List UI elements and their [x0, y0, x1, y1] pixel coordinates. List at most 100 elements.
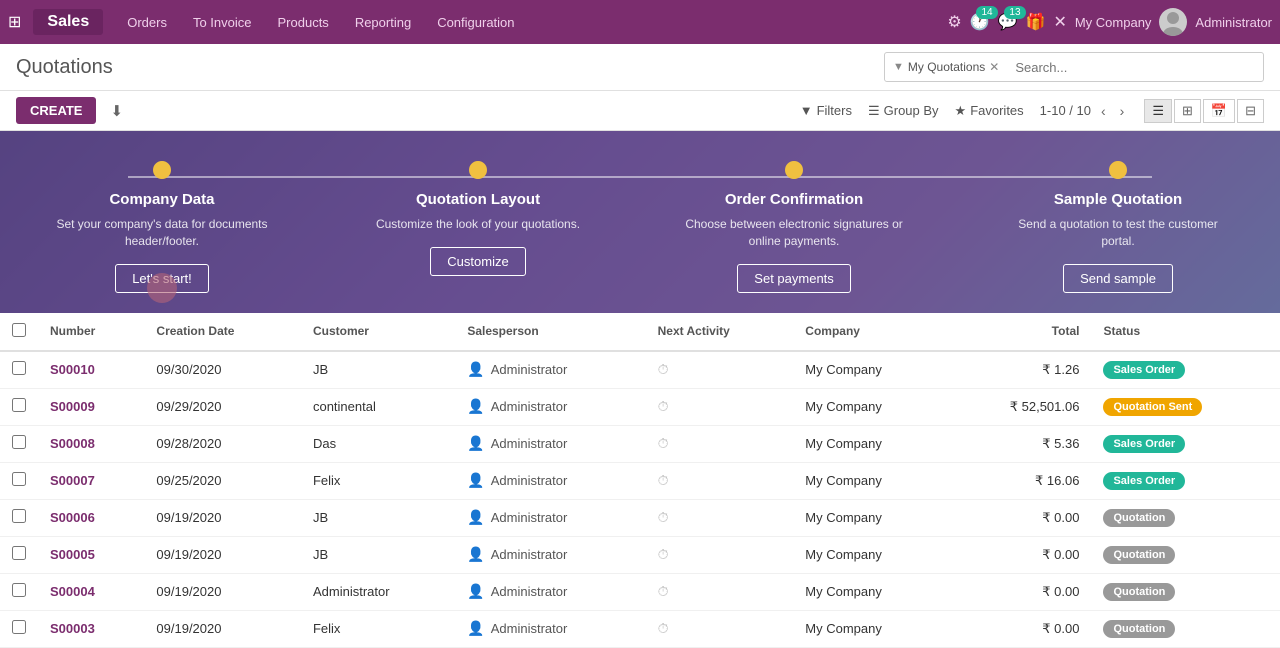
table-row: S00003 09/19/2020 Felix 👤 Administrator …	[0, 610, 1280, 647]
col-customer[interactable]: Customer	[301, 313, 455, 351]
table-row: S00008 09/28/2020 Das 👤 Administrator ⏱ …	[0, 425, 1280, 462]
view-calendar-button[interactable]: 📅	[1203, 99, 1235, 123]
col-salesperson[interactable]: Salesperson	[455, 313, 645, 351]
view-kanban-button[interactable]: ⊞	[1174, 99, 1201, 123]
table-row: S00004 09/19/2020 Administrator 👤 Admini…	[0, 573, 1280, 610]
row-number[interactable]: S00006	[38, 499, 144, 536]
avatar[interactable]	[1159, 8, 1187, 36]
avatar-circle-1	[147, 273, 177, 303]
close-icon[interactable]: ✕	[1053, 12, 1066, 32]
search-filter-bar: ▼ My Quotations ✕	[884, 52, 1264, 82]
row-number[interactable]: S00007	[38, 462, 144, 499]
activity-icon[interactable]: ⏱	[658, 435, 669, 451]
row-total: ₹ 5.36	[948, 425, 1092, 462]
view-pivot-button[interactable]: ⊟	[1237, 99, 1264, 123]
filters-button[interactable]: ▼ Filters	[800, 103, 852, 118]
row-number[interactable]: S00009	[38, 388, 144, 425]
row-status: Quotation	[1091, 610, 1280, 647]
grid-icon[interactable]: ⊞	[8, 12, 21, 32]
row-checkbox-0[interactable]	[12, 361, 26, 375]
search-input[interactable]	[1007, 60, 1263, 75]
row-checkbox-7[interactable]	[12, 620, 26, 634]
row-next-activity: ⏱	[646, 388, 794, 425]
activities-icon[interactable]: 🕐 14	[970, 12, 990, 32]
row-number[interactable]: S00005	[38, 536, 144, 573]
view-list-button[interactable]: ☰	[1144, 99, 1172, 123]
download-button[interactable]: ⬇	[104, 98, 129, 124]
row-company: My Company	[793, 573, 947, 610]
status-badge: Sales Order	[1103, 472, 1185, 490]
row-number[interactable]: S00004	[38, 573, 144, 610]
row-checkbox-cell	[0, 462, 38, 499]
row-next-activity: ⏱	[646, 610, 794, 647]
favorites-label: Favorites	[970, 103, 1023, 118]
pagination-next[interactable]: ›	[1116, 101, 1129, 121]
row-checkbox-cell	[0, 425, 38, 462]
row-checkbox-5[interactable]	[12, 546, 26, 560]
app-logo[interactable]: Sales	[33, 9, 103, 35]
step-dot-2	[469, 161, 487, 179]
onboarding-steps: Company Data Set your company's data for…	[0, 161, 1280, 293]
pagination: 1-10 / 10 ‹ ›	[1040, 101, 1129, 121]
row-number[interactable]: S00010	[38, 351, 144, 389]
table-row: S00006 09/19/2020 JB 👤 Administrator ⏱ M…	[0, 499, 1280, 536]
nav-products[interactable]: Products	[266, 9, 341, 36]
step-btn-3[interactable]: Set payments	[737, 264, 851, 293]
select-all-checkbox[interactable]	[12, 323, 26, 337]
gift-icon[interactable]: 🎁	[1026, 12, 1046, 32]
row-customer: Administrator	[301, 573, 455, 610]
row-total: ₹ 0.00	[948, 536, 1092, 573]
row-next-activity: ⏱	[646, 536, 794, 573]
pagination-prev[interactable]: ‹	[1097, 101, 1110, 121]
row-checkbox-6[interactable]	[12, 583, 26, 597]
activity-icon[interactable]: ⏱	[658, 361, 669, 377]
step-btn-4[interactable]: Send sample	[1063, 264, 1173, 293]
topnav-menu: Orders To Invoice Products Reporting Con…	[115, 9, 943, 36]
row-checkbox-3[interactable]	[12, 472, 26, 486]
row-number[interactable]: S00008	[38, 425, 144, 462]
col-next-activity[interactable]: Next Activity	[646, 313, 794, 351]
col-number[interactable]: Number	[38, 313, 144, 351]
row-customer: JB	[301, 351, 455, 389]
filter-remove-btn[interactable]: ✕	[989, 60, 999, 74]
row-salesperson: 👤 Administrator	[455, 351, 645, 389]
table-row: S00010 09/30/2020 JB 👤 Administrator ⏱ M…	[0, 351, 1280, 389]
salesperson-icon: 👤	[467, 509, 484, 526]
activity-icon[interactable]: ⏱	[658, 583, 669, 599]
row-next-activity: ⏱	[646, 462, 794, 499]
row-company: My Company	[793, 462, 947, 499]
row-status: Sales Order	[1091, 462, 1280, 499]
activity-icon[interactable]: ⏱	[658, 620, 669, 636]
row-number[interactable]: S00003	[38, 610, 144, 647]
favorites-button[interactable]: ★ Favorites	[955, 103, 1024, 119]
settings-icon[interactable]: ⚙	[947, 12, 961, 32]
step-title-3: Order Confirmation	[725, 191, 863, 208]
row-company: My Company	[793, 351, 947, 389]
activity-icon[interactable]: ⏱	[658, 546, 669, 562]
step-btn-2[interactable]: Customize	[430, 247, 525, 276]
row-checkbox-4[interactable]	[12, 509, 26, 523]
salesperson-name: Administrator	[491, 621, 568, 636]
nav-configuration[interactable]: Configuration	[425, 9, 526, 36]
create-button[interactable]: CREATE	[16, 97, 96, 124]
status-badge: Quotation	[1103, 509, 1175, 527]
nav-reporting[interactable]: Reporting	[343, 9, 423, 36]
messages-icon[interactable]: 💬 13	[998, 12, 1018, 32]
nav-orders[interactable]: Orders	[115, 9, 179, 36]
step-dot-3	[785, 161, 803, 179]
col-total[interactable]: Total	[948, 313, 1092, 351]
row-checkbox-1[interactable]	[12, 398, 26, 412]
activity-icon[interactable]: ⏱	[658, 509, 669, 525]
row-total: ₹ 1.26	[948, 351, 1092, 389]
onboarding-step-3: Order Confirmation Choose between electr…	[684, 161, 904, 293]
row-customer: continental	[301, 388, 455, 425]
col-company[interactable]: Company	[793, 313, 947, 351]
col-creation-date[interactable]: Creation Date	[144, 313, 301, 351]
step-title-2: Quotation Layout	[416, 191, 540, 208]
activity-icon[interactable]: ⏱	[658, 472, 669, 488]
col-status[interactable]: Status	[1091, 313, 1280, 351]
nav-to-invoice[interactable]: To Invoice	[181, 9, 264, 36]
row-checkbox-2[interactable]	[12, 435, 26, 449]
activity-icon[interactable]: ⏱	[658, 398, 669, 414]
group-by-button[interactable]: ☰ Group By	[868, 103, 939, 119]
